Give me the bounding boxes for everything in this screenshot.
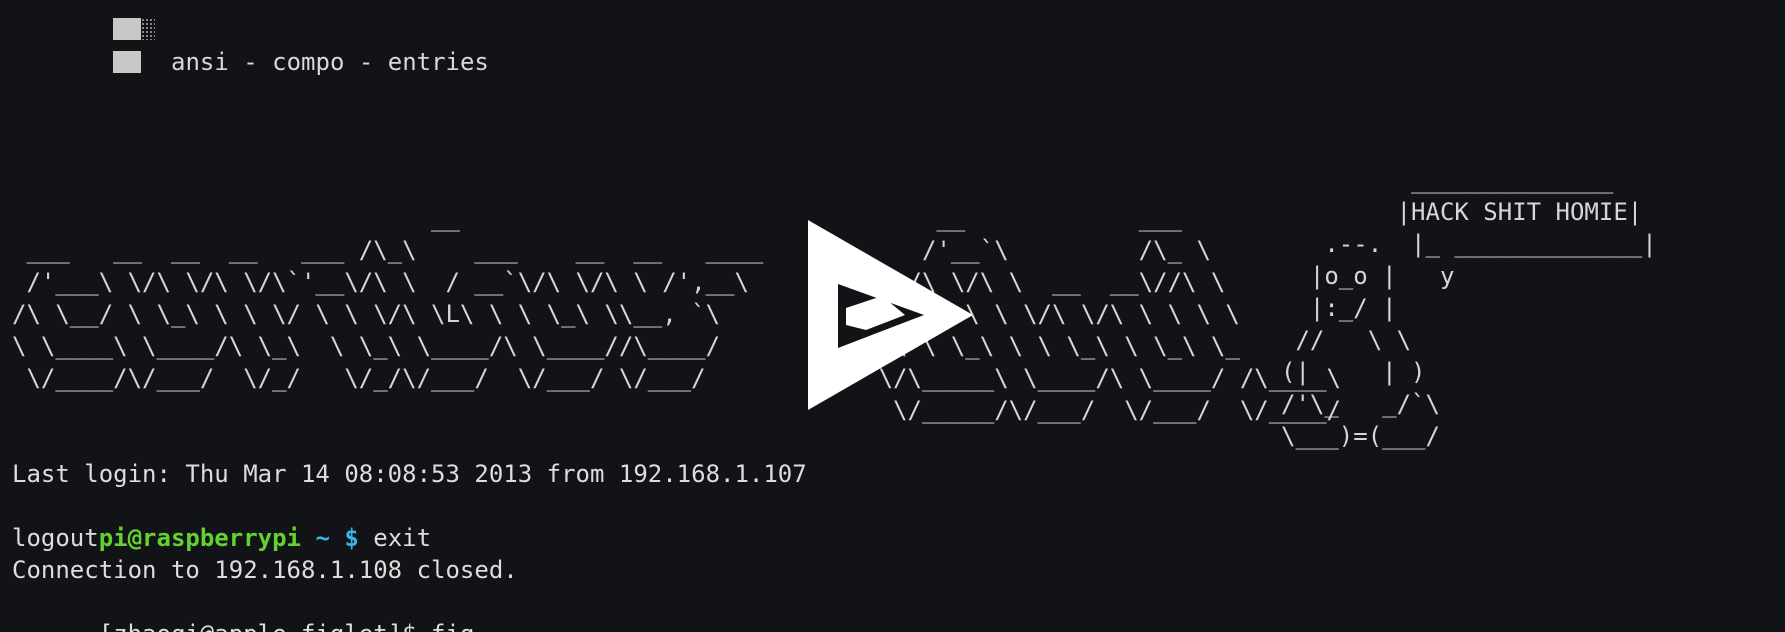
remote-prompt-line: pi@raspberrypi ~ $ exit [12, 490, 431, 552]
ascii-art-penguin: ______________ |HACK SHIT HOMIE| .--. |_… [1281, 166, 1657, 450]
block-glyph-solid [113, 18, 141, 40]
prompt-space-2 [330, 524, 344, 552]
block-glyph-icon [113, 51, 141, 73]
command-text: exit [373, 524, 432, 552]
terminal-output: Last login: Thu Mar 14 08:08:53 2013 fro… [12, 458, 1752, 632]
terminal-screen: ansi - compo - entries __ ___ __ __ __ _… [0, 0, 1785, 632]
local-prompt-line[interactable]: [zhaoqi@apple figlet]$ fig [12, 586, 475, 632]
header-title: ansi - compo - entries [171, 48, 489, 76]
typed-command[interactable]: fig [431, 620, 474, 632]
prompt-path: ~ [315, 524, 330, 552]
prompt-space-3 [359, 524, 373, 552]
last-login-line: Last login: Thu Mar 14 08:08:53 2013 fro… [12, 460, 807, 488]
local-prompt-space [417, 620, 431, 632]
prompt-symbol: $ [344, 524, 359, 552]
play-icon [808, 220, 973, 410]
header-block: ansi - compo - entries [113, 14, 633, 76]
prompt-user: pi@raspberrypi [98, 524, 301, 552]
connection-closed-line: Connection to 192.168.1.108 closed. [12, 556, 518, 584]
block-glyph-shade [141, 18, 155, 40]
play-button[interactable] [808, 220, 978, 410]
local-prompt: [zhaoqi@apple figlet]$ [99, 620, 417, 632]
ascii-art-left: __ ___ __ __ __ ___ /\_\ ___ __ __ ____ … [12, 204, 764, 392]
logout-line: logout [12, 524, 99, 552]
block-glyph-icon [113, 14, 157, 44]
